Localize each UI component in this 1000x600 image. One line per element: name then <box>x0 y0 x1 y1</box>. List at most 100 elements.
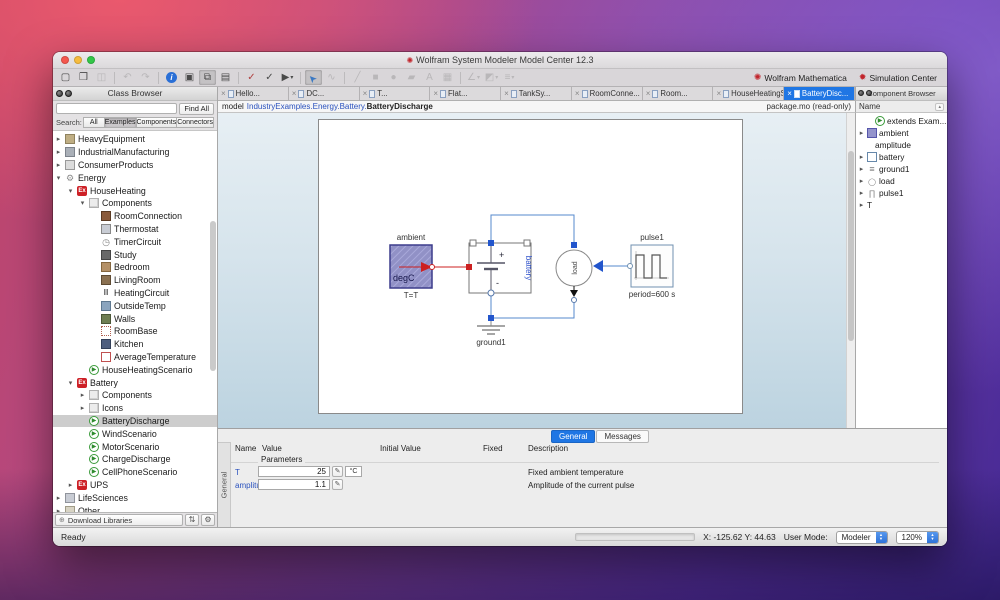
parameter-value-input[interactable]: 1.1 <box>258 479 330 490</box>
line-thickness-button[interactable]: ≡ <box>501 70 518 85</box>
component-tree-item[interactable]: ground1 <box>856 163 947 175</box>
close-tab-icon[interactable]: × <box>787 89 792 98</box>
class-tree-item[interactable]: ChargeDischarge <box>53 453 217 466</box>
parameter-value-input[interactable]: 25 <box>258 466 330 477</box>
ellipse-tool-button[interactable]: ● <box>385 70 402 85</box>
component-tree-item[interactable]: extends Exam... <box>856 115 947 127</box>
class-tree-item[interactable]: RoomBase <box>53 325 217 338</box>
validate-class-button[interactable]: ✓ <box>243 70 260 85</box>
class-tree-item[interactable]: Icons <box>53 402 217 415</box>
general-side-tab[interactable]: General <box>218 442 231 527</box>
filter-examples[interactable]: Examples <box>104 117 137 128</box>
tab-room[interactable]: × Room... <box>643 87 714 100</box>
class-tree-item[interactable]: WindScenario <box>53 427 217 440</box>
class-tree-item[interactable]: UPS <box>53 479 217 492</box>
line-style-button[interactable]: ∠ <box>465 70 482 85</box>
class-tree-item[interactable]: Battery <box>53 376 217 389</box>
expand-arrow-icon[interactable] <box>858 177 865 185</box>
class-tree-item[interactable]: ConsumerProducts <box>53 159 217 172</box>
battery-component[interactable]: + - battery <box>466 240 533 296</box>
float-panel-button[interactable] <box>56 90 63 97</box>
undo-button[interactable]: ↶ <box>119 70 136 85</box>
toolbar-separator[interactable] <box>341 70 348 85</box>
close-tab-icon[interactable]: × <box>433 89 438 98</box>
stepper-icon[interactable]: ▲▼ <box>876 531 887 544</box>
redo-button[interactable]: ↷ <box>137 70 154 85</box>
expand-arrow-icon[interactable] <box>858 165 865 173</box>
wolfram-mathematica-button[interactable]: ✺Wolfram Mathematica <box>754 72 847 83</box>
close-tab-icon[interactable]: × <box>716 89 721 98</box>
tab-tanksy[interactable]: × TankSy... <box>501 87 572 100</box>
float-panel-button[interactable] <box>858 90 864 96</box>
diagram-view-button[interactable]: ⧉ <box>199 70 216 85</box>
expand-arrow-icon[interactable] <box>55 161 62 169</box>
filter-all[interactable]: All <box>83 117 105 128</box>
breadcrumb-path[interactable]: IndustryExamples.Energy.Battery. <box>247 102 367 111</box>
text-tool-button[interactable]: A <box>421 70 438 85</box>
component-tree-item[interactable]: pulse1 <box>856 187 947 199</box>
class-tree-item[interactable]: Bedroom <box>53 261 217 274</box>
tab-t[interactable]: × T... <box>360 87 431 100</box>
expand-arrow-icon[interactable] <box>55 507 62 513</box>
class-tree-item[interactable]: TimerCircuit <box>53 235 217 248</box>
class-tree-item[interactable]: Study <box>53 248 217 261</box>
load-component[interactable]: load <box>556 242 592 303</box>
class-tree-item[interactable]: Kitchen <box>53 338 217 351</box>
diagram-canvas[interactable]: degC ambient T=T <box>218 113 855 428</box>
expand-arrow-icon[interactable] <box>858 189 865 197</box>
close-tab-icon[interactable]: × <box>292 89 297 98</box>
wire-pulse-load[interactable] <box>593 260 628 272</box>
close-tab-icon[interactable]: × <box>221 89 226 98</box>
component-browser-column-header[interactable]: Name ▴ <box>855 101 947 113</box>
expand-arrow-icon[interactable] <box>858 201 865 209</box>
canvas-scrollbar[interactable] <box>846 113 855 428</box>
general-tab[interactable]: General <box>551 430 595 443</box>
fill-style-button[interactable]: ◩ <box>483 70 500 85</box>
expand-arrow-icon[interactable] <box>79 199 86 207</box>
edit-value-button[interactable]: ✎ <box>332 466 343 477</box>
expand-arrow-icon[interactable] <box>67 379 74 387</box>
find-all-button[interactable]: Find All <box>179 103 214 115</box>
expand-arrow-icon[interactable] <box>858 129 865 137</box>
edit-value-button[interactable]: ✎ <box>332 479 343 490</box>
close-panel-button[interactable] <box>866 90 872 96</box>
component-tree-item[interactable]: T <box>856 199 947 211</box>
expand-arrow-icon[interactable] <box>55 174 62 182</box>
simulation-center-button[interactable]: ✹Simulation Center <box>859 72 937 83</box>
class-tree-item[interactable]: CellPhoneScenario <box>53 466 217 479</box>
component-tree-item[interactable]: ambient <box>856 127 947 139</box>
simulate-button[interactable]: ▶ <box>279 70 296 85</box>
save-button[interactable]: ◫ <box>93 70 110 85</box>
messages-tab[interactable]: Messages <box>596 430 648 443</box>
toolbar-separator[interactable] <box>111 70 118 85</box>
ground-component[interactable]: ground1 <box>476 315 506 347</box>
class-tree-item[interactable]: MotorScenario <box>53 440 217 453</box>
tab-househeatingsce[interactable]: × HouseHeatingSce... <box>713 87 784 100</box>
expand-arrow-icon[interactable] <box>79 404 86 412</box>
icon-view-button[interactable]: ▣ <box>181 70 198 85</box>
class-tree-item[interactable]: Components <box>53 197 217 210</box>
tab-hello[interactable]: × Hello... <box>218 87 289 100</box>
class-tree-item[interactable]: IndustrialManufacturing <box>53 146 217 159</box>
sort-classes-button[interactable]: ⇅ <box>185 514 199 526</box>
close-tab-icon[interactable]: × <box>363 89 368 98</box>
expand-arrow-icon[interactable] <box>67 187 74 195</box>
class-tree-item[interactable]: HouseHeating <box>53 184 217 197</box>
sort-ascending-icon[interactable]: ▴ <box>935 103 944 111</box>
zoom-window-button[interactable] <box>87 56 95 64</box>
filter-components[interactable]: Components <box>136 117 178 128</box>
open-file-button[interactable]: ❒ <box>75 70 92 85</box>
class-tree-item[interactable]: Energy <box>53 171 217 184</box>
toolbar-separator[interactable] <box>297 70 304 85</box>
expand-arrow-icon[interactable] <box>55 494 62 502</box>
tab-flat[interactable]: × Flat... <box>430 87 501 100</box>
documentation-view-button[interactable]: ▤ <box>217 70 234 85</box>
tab-dc[interactable]: × DC... <box>289 87 360 100</box>
polygon-tool-button[interactable]: ▰ <box>403 70 420 85</box>
check-model-button[interactable]: ✓ <box>261 70 278 85</box>
expand-arrow-icon[interactable] <box>858 153 865 161</box>
class-tree-item[interactable]: HeavyEquipment <box>53 133 217 146</box>
class-tree-item[interactable]: BatteryDischarge <box>53 415 217 428</box>
class-info-button[interactable]: i <box>163 70 180 85</box>
zoom-select[interactable]: 120% ▲▼ <box>896 531 939 544</box>
